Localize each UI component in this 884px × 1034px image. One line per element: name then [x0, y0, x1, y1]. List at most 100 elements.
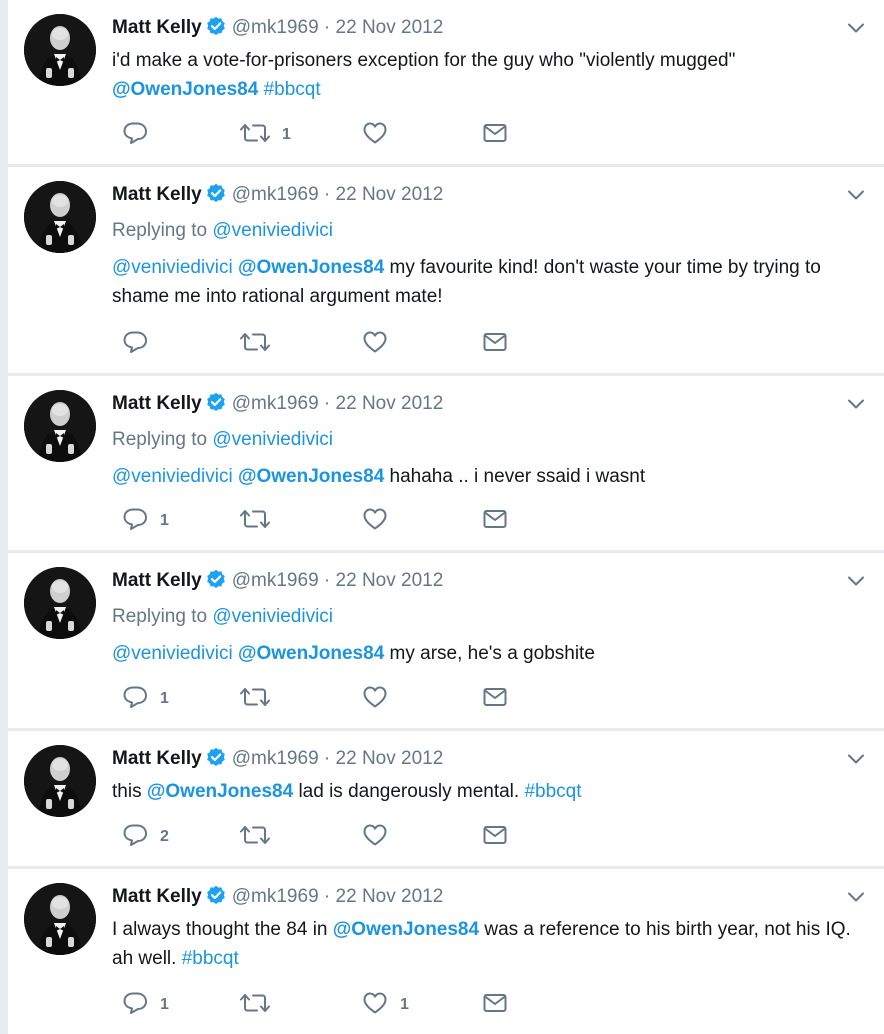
- mention-link[interactable]: @veniviedivici: [112, 643, 233, 664]
- direct-message-button[interactable]: [482, 329, 508, 359]
- mention-link[interactable]: @OwenJones84: [333, 919, 479, 940]
- author-handle[interactable]: @mk1969: [232, 184, 319, 205]
- author-name[interactable]: Matt Kelly: [112, 570, 202, 591]
- mention-link[interactable]: @veniviedivici: [112, 466, 233, 487]
- mention-link[interactable]: @OwenJones84: [238, 257, 384, 278]
- chevron-down-icon[interactable]: [846, 571, 866, 591]
- author-handle[interactable]: @mk1969: [232, 748, 319, 769]
- tweet-actions: 2: [112, 822, 532, 852]
- reply-button[interactable]: [122, 120, 160, 150]
- replying-to-user-link[interactable]: @veniviedivici: [212, 606, 333, 627]
- retweet-button[interactable]: [240, 822, 282, 852]
- tweet[interactable]: Matt Kelly @mk1969 · 22 Nov 2012 Replying …: [8, 376, 884, 550]
- avatar[interactable]: [24, 883, 96, 955]
- direct-message-button[interactable]: [482, 684, 508, 714]
- tweet-timestamp[interactable]: 22 Nov 2012: [336, 748, 444, 769]
- mention-link[interactable]: @OwenJones84: [147, 781, 293, 802]
- retweet-button[interactable]: [240, 990, 282, 1020]
- reply-icon: [122, 685, 148, 714]
- text-segment: i'd make a vote-for-prisoners exception …: [112, 50, 736, 71]
- avatar[interactable]: [24, 181, 96, 253]
- chevron-down-icon[interactable]: [846, 185, 866, 205]
- avatar[interactable]: [24, 567, 96, 639]
- author-name[interactable]: Matt Kelly: [112, 886, 202, 907]
- author-handle[interactable]: @mk1969: [232, 17, 319, 38]
- retweet-button[interactable]: [240, 329, 282, 359]
- reply-button[interactable]: 1: [122, 990, 169, 1020]
- author-name[interactable]: Matt Kelly: [112, 184, 202, 205]
- tweet-timeline: Matt Kelly @mk1969 · 22 Nov 2012 i'd make …: [8, 0, 884, 1034]
- hashtag-link[interactable]: #bbcqt: [524, 781, 581, 802]
- envelope-icon: [482, 330, 508, 359]
- mention-link[interactable]: @OwenJones84: [112, 79, 258, 100]
- tweet-timestamp[interactable]: 22 Nov 2012: [336, 393, 444, 414]
- reply-icon: [122, 823, 148, 852]
- tweet[interactable]: Matt Kelly @mk1969 · 22 Nov 2012 i'd make …: [8, 0, 884, 164]
- author-name[interactable]: Matt Kelly: [112, 393, 202, 414]
- hashtag-link[interactable]: #bbcqt: [182, 948, 239, 969]
- mention-link[interactable]: @veniviedivici: [112, 257, 233, 278]
- heart-icon: [362, 121, 388, 150]
- tweet-header: Matt Kelly @mk1969 · 22 Nov 2012: [112, 183, 443, 210]
- chevron-down-icon[interactable]: [846, 18, 866, 38]
- like-button[interactable]: [362, 506, 400, 536]
- reply-button[interactable]: 1: [122, 506, 169, 536]
- author-handle[interactable]: @mk1969: [232, 393, 319, 414]
- header-separator: ·: [318, 393, 336, 414]
- author-name[interactable]: Matt Kelly: [112, 748, 202, 769]
- chevron-down-icon[interactable]: [846, 887, 866, 907]
- envelope-icon: [482, 991, 508, 1020]
- reply-button[interactable]: [122, 329, 160, 359]
- avatar[interactable]: [24, 14, 96, 86]
- tweet-header: Matt Kelly @mk1969 · 22 Nov 2012: [112, 885, 443, 912]
- reply-button[interactable]: 2: [122, 822, 169, 852]
- direct-message-button[interactable]: [482, 990, 508, 1020]
- avatar[interactable]: [24, 390, 96, 462]
- tweet[interactable]: Matt Kelly @mk1969 · 22 Nov 2012 this @Owe…: [8, 731, 884, 866]
- retweet-button[interactable]: [240, 506, 282, 536]
- direct-message-button[interactable]: [482, 506, 508, 536]
- retweet-icon: [240, 823, 270, 852]
- tweet-timestamp[interactable]: 22 Nov 2012: [336, 570, 444, 591]
- tweet[interactable]: Matt Kelly @mk1969 · 22 Nov 2012 Replying …: [8, 167, 884, 373]
- like-button[interactable]: [362, 684, 400, 714]
- replying-to-user-link[interactable]: @veniviedivici: [212, 220, 333, 241]
- tweet[interactable]: Matt Kelly @mk1969 · 22 Nov 2012 I always …: [8, 869, 884, 1034]
- verified-badge-icon: [206, 183, 226, 210]
- tweet-actions: 1: [112, 506, 532, 536]
- retweet-button[interactable]: 1: [240, 120, 291, 150]
- tweet-timestamp[interactable]: 22 Nov 2012: [336, 886, 444, 907]
- like-button[interactable]: [362, 120, 400, 150]
- mention-link[interactable]: @OwenJones84: [238, 643, 384, 664]
- author-handle[interactable]: @mk1969: [232, 570, 319, 591]
- author-name[interactable]: Matt Kelly: [112, 17, 202, 38]
- retweet-icon: [240, 121, 270, 150]
- reply-button[interactable]: 1: [122, 684, 169, 714]
- direct-message-button[interactable]: [482, 822, 508, 852]
- retweet-button[interactable]: [240, 684, 282, 714]
- envelope-icon: [482, 121, 508, 150]
- hashtag-link[interactable]: #bbcqt: [264, 79, 321, 100]
- replying-to-user-link[interactable]: @veniviedivici: [212, 429, 333, 450]
- like-button[interactable]: [362, 329, 400, 359]
- tweet-text: @veniviedivici @OwenJones84 hahaha .. i …: [112, 462, 872, 491]
- tweet-header: Matt Kelly @mk1969 · 22 Nov 2012: [112, 392, 443, 419]
- like-button[interactable]: [362, 822, 400, 852]
- text-segment: lad is dangerously mental.: [293, 781, 525, 802]
- mention-link[interactable]: @OwenJones84: [238, 466, 384, 487]
- like-button[interactable]: 1: [362, 990, 409, 1020]
- avatar[interactable]: [24, 745, 96, 817]
- direct-message-button[interactable]: [482, 120, 508, 150]
- verified-badge-icon: [206, 569, 226, 596]
- chevron-down-icon[interactable]: [846, 394, 866, 414]
- heart-icon: [362, 685, 388, 714]
- heart-icon: [362, 823, 388, 852]
- retweet-icon: [240, 330, 270, 359]
- chevron-down-icon[interactable]: [846, 749, 866, 769]
- author-handle[interactable]: @mk1969: [232, 886, 319, 907]
- replying-to-label: Replying to: [112, 429, 213, 450]
- tweet-header: Matt Kelly @mk1969 · 22 Nov 2012: [112, 16, 443, 43]
- tweet-timestamp[interactable]: 22 Nov 2012: [336, 184, 444, 205]
- tweet[interactable]: Matt Kelly @mk1969 · 22 Nov 2012 Replying …: [8, 553, 884, 728]
- tweet-timestamp[interactable]: 22 Nov 2012: [336, 17, 444, 38]
